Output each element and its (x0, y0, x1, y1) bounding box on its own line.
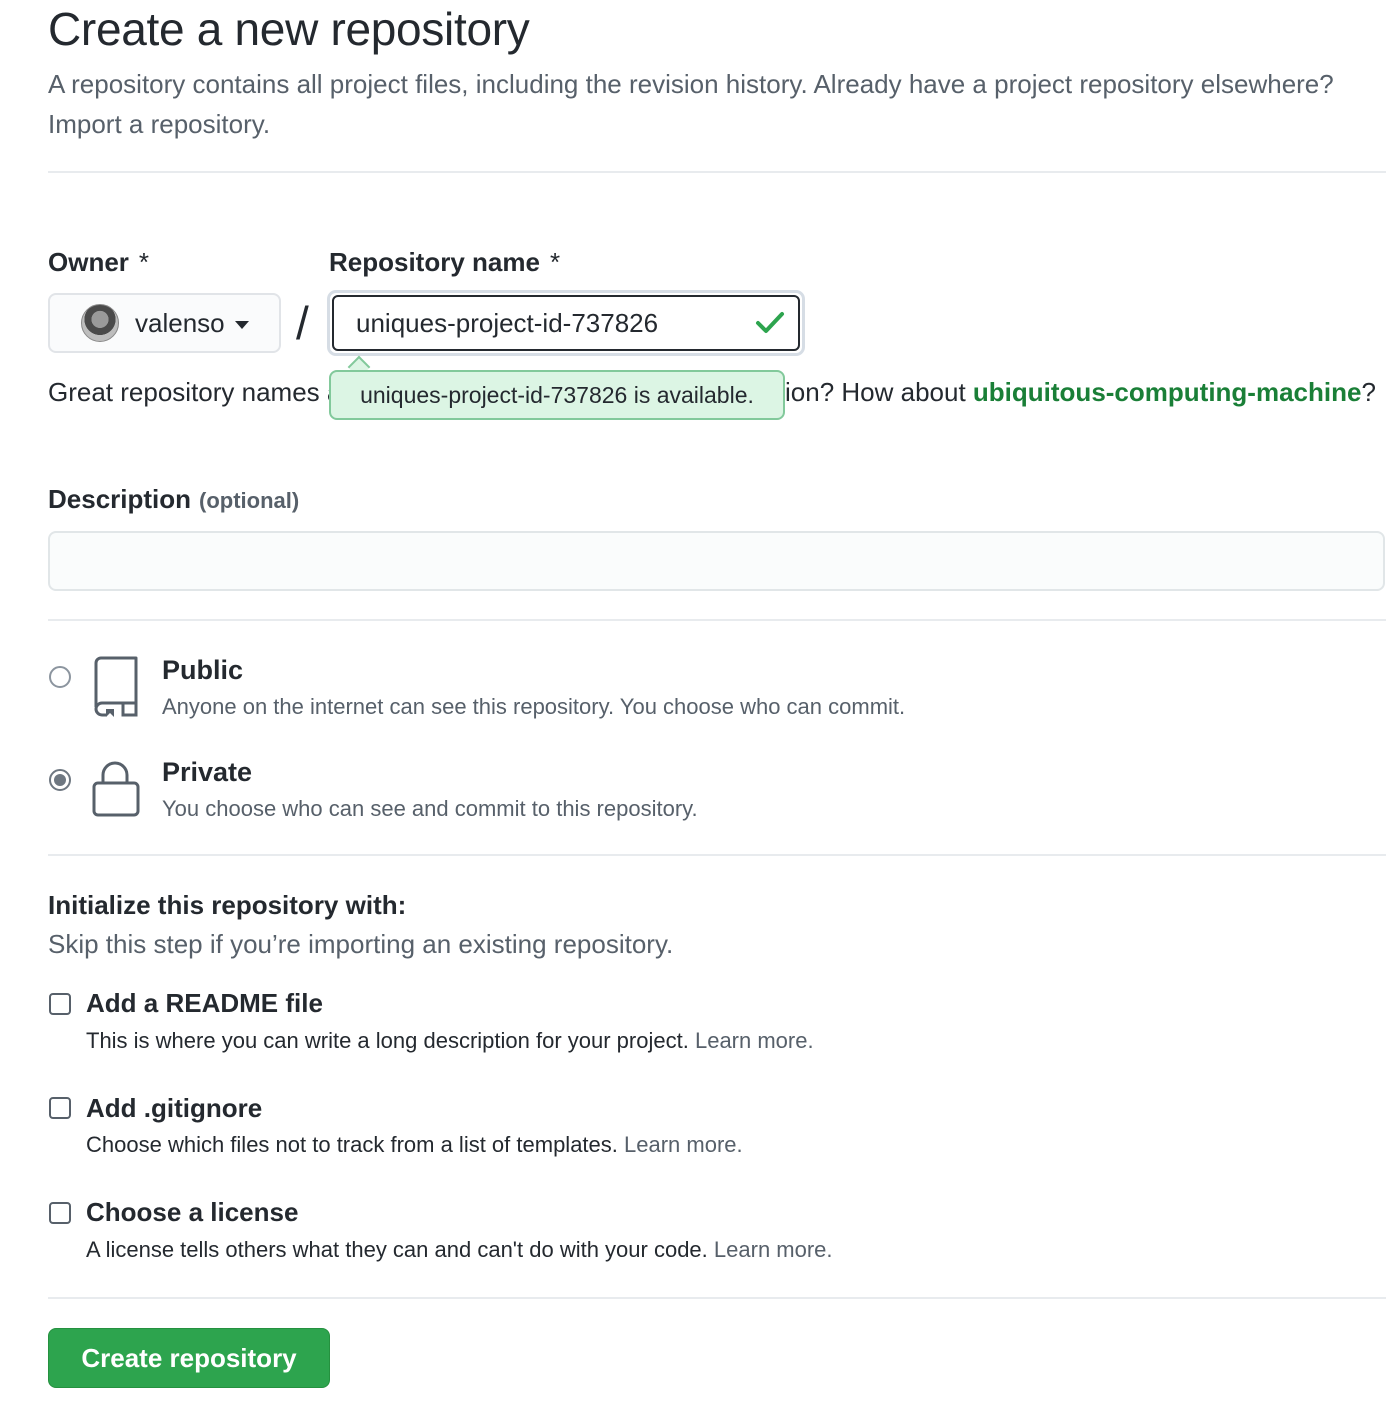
initialize-subtitle: Skip this step if you’re importing an ex… (48, 929, 674, 959)
readme-description: This is where you can write a long descr… (86, 1028, 814, 1053)
gitignore-learn-more-link[interactable]: Learn more. (624, 1132, 743, 1157)
public-description: Anyone on the internet can see this repo… (162, 694, 906, 719)
readme-checkbox[interactable] (49, 993, 71, 1015)
readme-learn-more-link[interactable]: Learn more. (695, 1028, 814, 1053)
initialize-title: Initialize this repository with: (48, 890, 407, 920)
description-label: Description (optional) (48, 484, 300, 514)
license-checkbox[interactable] (49, 1202, 71, 1224)
repo-book-icon (90, 655, 140, 724)
gitignore-checkbox[interactable] (49, 1097, 71, 1119)
optional-mark: (optional) (199, 488, 300, 513)
owner-dropdown[interactable]: valenso (48, 293, 281, 353)
avatar (81, 304, 119, 342)
lock-icon (90, 759, 140, 824)
private-title: Private (162, 757, 253, 787)
gitignore-description: Choose which files not to track from a l… (86, 1132, 743, 1157)
public-title: Public (162, 655, 244, 685)
owner-repo-separator: / (296, 297, 309, 349)
divider (48, 854, 1386, 856)
license-description: A license tells others what they can and… (86, 1237, 833, 1262)
intro-description: A repository contains all project files,… (48, 69, 1334, 99)
description-input[interactable] (48, 531, 1385, 591)
intro-text: A repository contains all project files,… (48, 64, 1348, 144)
repository-name-label: Repository name * (329, 247, 561, 277)
public-radio[interactable] (49, 666, 71, 688)
owner-name: valenso (135, 307, 225, 338)
required-mark: * (138, 247, 150, 277)
name-suggestion-link[interactable]: ubiquitous-computing-machine (973, 377, 1362, 407)
name-hint-suffix: ? (1361, 377, 1376, 407)
chevron-down-icon (234, 321, 249, 329)
divider (48, 1297, 1386, 1299)
divider (48, 171, 1386, 173)
availability-tooltip: uniques-project-id-737826 is available. (329, 370, 785, 420)
owner-label: Owner * (48, 247, 150, 277)
divider (48, 619, 1386, 621)
create-repository-button[interactable]: Create repository (48, 1328, 330, 1388)
private-radio[interactable] (49, 769, 71, 791)
license-learn-more-link[interactable]: Learn more. (714, 1237, 833, 1262)
readme-title: Add a README file (86, 988, 323, 1018)
required-mark: * (549, 247, 561, 277)
check-icon (754, 306, 786, 343)
page-title: Create a new repository (48, 3, 530, 55)
private-description: You choose who can see and commit to thi… (162, 796, 698, 821)
repository-name-input[interactable] (332, 295, 800, 351)
license-title: Choose a license (86, 1197, 299, 1227)
gitignore-title: Add .gitignore (86, 1093, 263, 1123)
repository-name-field (327, 290, 805, 356)
import-repository-link[interactable]: Import a repository. (48, 109, 270, 139)
